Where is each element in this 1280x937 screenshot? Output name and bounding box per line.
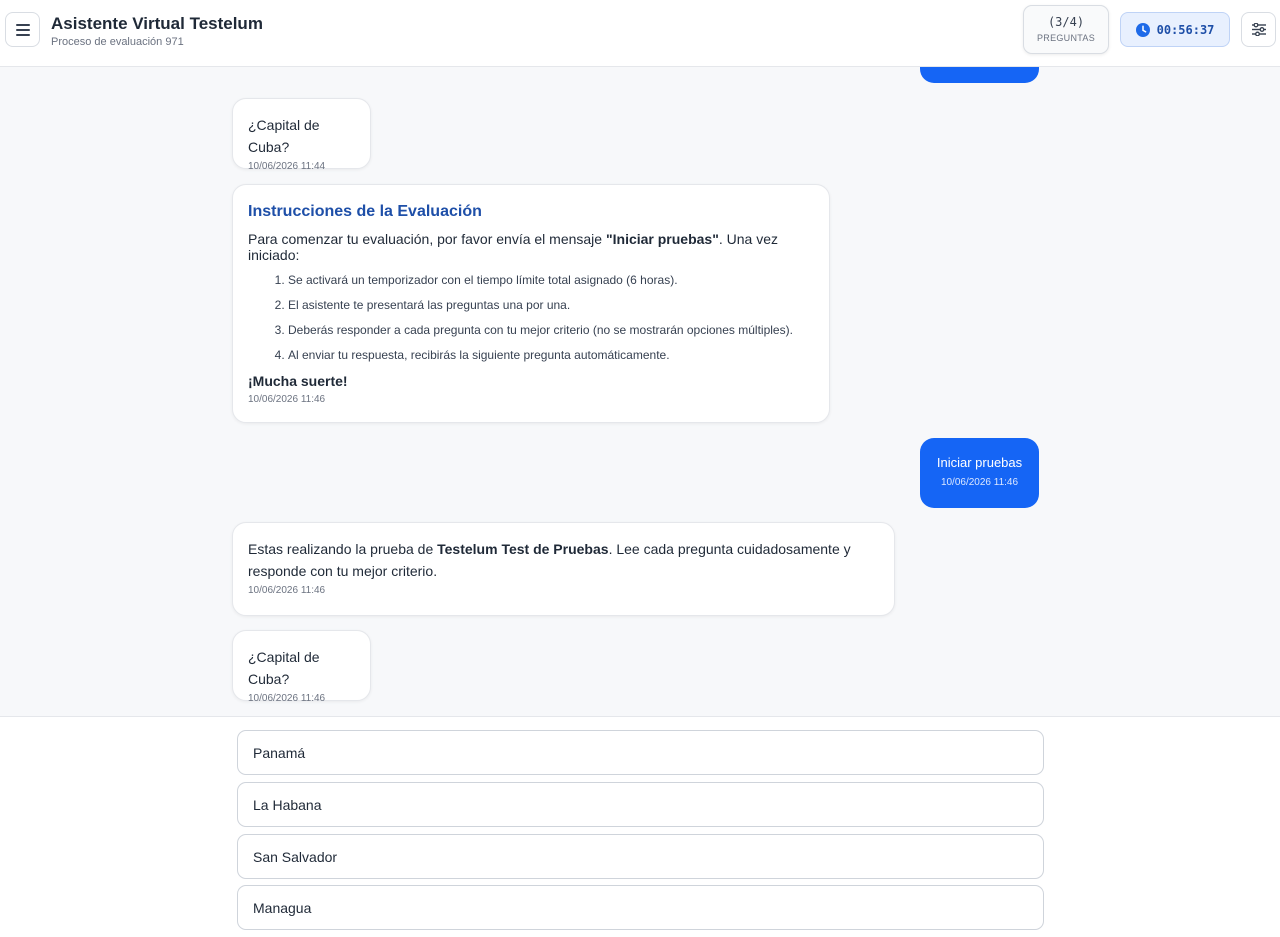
instruction-step: El asistente te presentará las preguntas… [288,298,814,313]
message-timestamp: 10/06/2026 11:46 [940,477,1019,488]
user-message-partial [920,67,1039,83]
timer-badge: 00:56:37 [1120,12,1230,47]
message-timestamp: 10/06/2026 11:46 [248,693,326,704]
instruction-step: Se activará un temporizador con el tiemp… [288,273,814,288]
instructions-list: Se activará un temporizador con el tiemp… [248,273,814,363]
message-timestamp: 10/06/2026 11:46 [248,394,326,405]
message-text: Iniciar pruebas [936,455,1023,470]
assistant-message-question: ¿Capital de Cuba? 10/06/2026 11:46 [232,630,371,704]
assistant-message-question: ¿Capital de Cuba? 10/06/2026 11:44 [232,98,371,172]
instructions-title: Instrucciones de la Evaluación [248,203,482,220]
question-count: (3/4) [1047,15,1085,29]
settings-button[interactable] [1241,12,1276,47]
app-subtitle: Proceso de evaluación 971 [51,36,184,48]
answer-option[interactable]: Managua [237,885,1044,930]
app-header: Asistente Virtual Testelum Proceso de ev… [0,0,1280,67]
answer-option[interactable]: San Salvador [237,834,1044,879]
question-counter: (3/4) PREGUNTAS [1023,5,1109,54]
message-text: ¿Capital de Cuba? [248,649,320,687]
instructions-intro: Para comenzar tu evaluación, por favor e… [248,231,778,263]
message-timestamp: 10/06/2026 11:44 [248,161,326,172]
message-text: ¿Capital de Cuba? [248,117,320,155]
clock-icon [1135,22,1150,37]
user-message-start: Iniciar pruebas 10/06/2026 11:46 [920,438,1039,508]
answer-options-panel: Panamá La Habana San Salvador Managua [0,716,1280,937]
assistant-message-instructions: Instrucciones de la Evaluación Para come… [232,184,830,423]
assistant-message-intro: Estas realizando la prueba de Testelum T… [232,522,895,616]
hamburger-menu-icon [15,23,30,36]
instructions-good-luck: ¡Mucha suerte! [248,373,348,389]
instruction-step: Deberás responder a cada pregunta con tu… [288,323,814,338]
message-timestamp: 10/06/2026 11:46 [248,585,326,596]
app-title: Asistente Virtual Testelum [51,14,263,33]
question-count-label: PREGUNTAS [1036,33,1096,43]
menu-button[interactable] [5,12,40,47]
answer-option[interactable]: La Habana [237,782,1044,827]
instruction-step: Al enviar tu respuesta, recibirás la sig… [288,348,814,363]
timer-value: 00:56:37 [1156,22,1215,37]
answer-option[interactable]: Panamá [237,730,1044,775]
chat-area[interactable]: ¿Capital de Cuba? 10/06/2026 11:44 Instr… [0,67,1280,716]
sliders-icon [1251,23,1266,36]
message-text: Estas realizando la prueba de Testelum T… [248,541,851,579]
